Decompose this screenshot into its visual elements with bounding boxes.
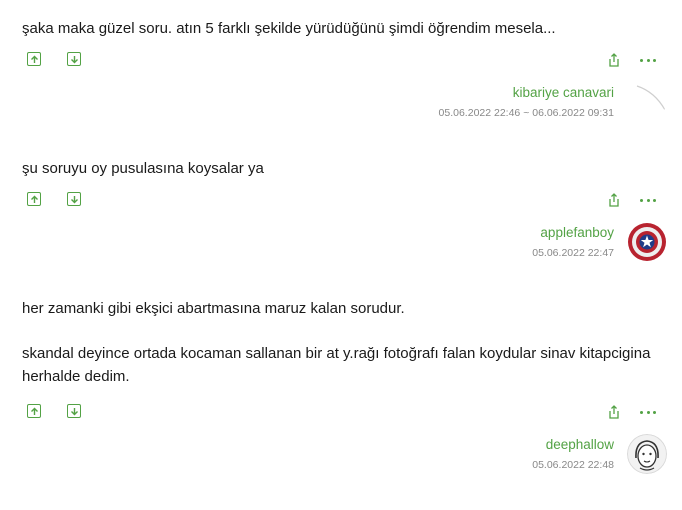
more-options-icon[interactable] <box>640 196 656 204</box>
author-name[interactable]: applefanboy <box>540 225 614 240</box>
entry-date[interactable]: 05.06.2022 22:48 <box>532 459 614 471</box>
downvote-icon[interactable] <box>67 192 81 206</box>
author-name[interactable]: kibariye canavari <box>513 85 614 100</box>
entry-text: şaka maka güzel soru. atın 5 farklı şeki… <box>22 20 556 37</box>
downvote-icon[interactable] <box>67 52 81 66</box>
cartoon-face-icon[interactable] <box>627 434 667 474</box>
more-options-icon[interactable] <box>640 56 656 64</box>
entry-content: şu soruyu oy pusulasına koysalar ya <box>22 157 662 180</box>
blank-avatar-icon[interactable] <box>627 80 667 120</box>
upvote-icon[interactable] <box>27 404 41 418</box>
entry-date[interactable]: 05.06.2022 22:47 <box>532 247 614 259</box>
upvote-icon[interactable] <box>27 52 41 66</box>
entry-content: her zamanki gibi ekşici abartmasına maru… <box>22 297 662 388</box>
author-name[interactable]: deephallow <box>546 437 614 452</box>
entry-text: her zamanki gibi ekşici abartmasına maru… <box>22 300 405 317</box>
downvote-icon[interactable] <box>67 404 81 418</box>
captain-america-shield-icon[interactable] <box>627 222 667 262</box>
entry-content: şaka maka güzel soru. atın 5 farklı şeki… <box>22 17 662 40</box>
share-icon[interactable] <box>606 192 622 208</box>
share-icon[interactable] <box>606 404 622 420</box>
entry-text: skandal deyince ortada kocaman sallanan … <box>22 345 651 385</box>
more-options-icon[interactable] <box>640 408 656 416</box>
entry-text: şu soruyu oy pusulasına koysalar ya <box>22 160 264 177</box>
share-icon[interactable] <box>606 52 622 68</box>
upvote-icon[interactable] <box>27 192 41 206</box>
entry-date[interactable]: 05.06.2022 22:46 ~ 06.06.2022 09:31 <box>439 107 614 119</box>
